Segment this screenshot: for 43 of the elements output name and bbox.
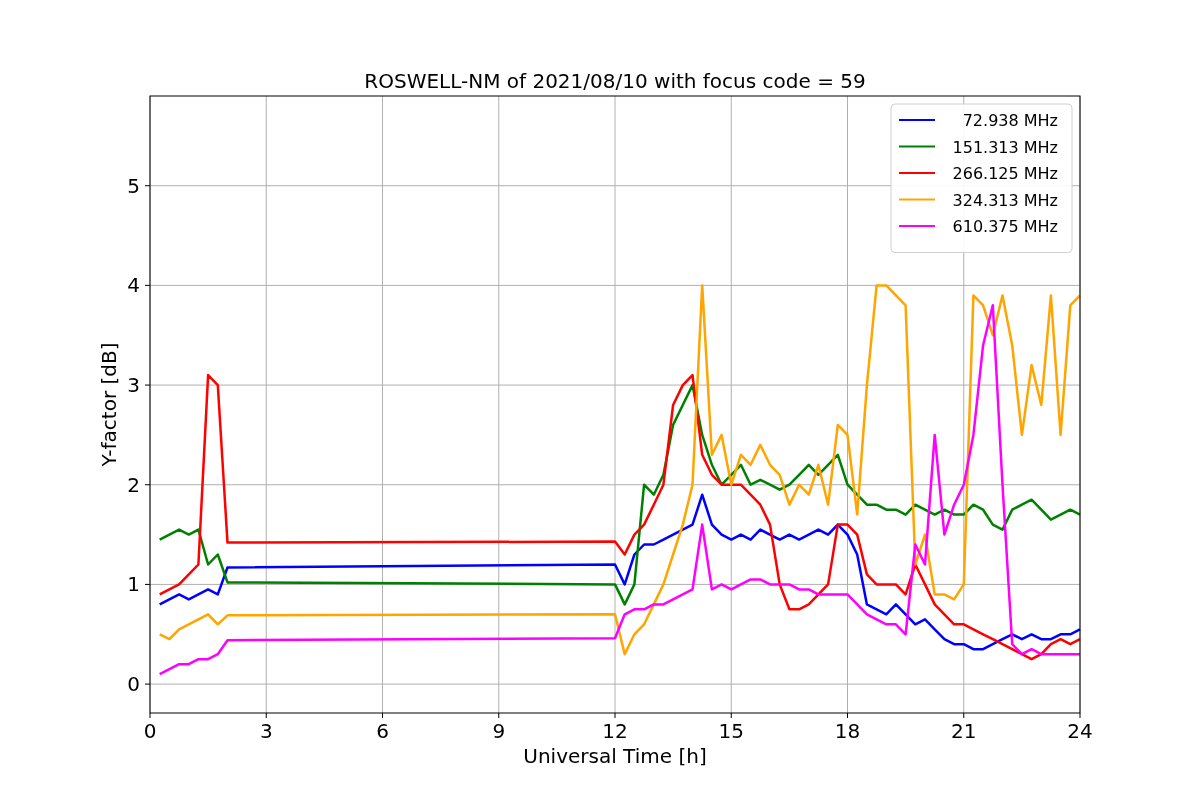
x-tick-label: 3: [259, 719, 273, 743]
tick-mark: [265, 712, 267, 719]
tick-mark: [144, 384, 151, 386]
x-tick-label: 24: [1067, 719, 1093, 743]
tick-mark: [144, 583, 151, 585]
x-tick-label: 18: [834, 719, 861, 743]
x-tick-label: 12: [602, 719, 628, 743]
y-tick-label: 1: [127, 572, 140, 597]
legend-label: 610.375 MHz: [952, 217, 1058, 236]
tick-mark: [614, 712, 616, 719]
tick-mark: [382, 712, 383, 719]
legend-line-icon: [898, 119, 936, 121]
y-axis-label: Y-factor [dB]: [97, 342, 121, 467]
legend-label: 72.938 MHz: [962, 111, 1058, 130]
tick-mark: [144, 284, 151, 286]
legend-line-icon: [898, 198, 936, 201]
tick-mark: [498, 712, 500, 719]
x-tick-label: 15: [718, 719, 744, 743]
legend-label: 151.313 MHz: [952, 137, 1058, 157]
tick-mark: [730, 712, 732, 719]
legend-label: 266.125 MHz: [952, 164, 1058, 183]
y-tick-label: 2: [127, 472, 140, 497]
x-axis-label: Universal Time [h]: [523, 744, 707, 768]
y-tick-label: 3: [127, 373, 140, 398]
y-tick-label: 4: [127, 273, 140, 298]
tick-mark: [1079, 712, 1081, 719]
x-tick-label: 9: [492, 719, 506, 743]
y-tick-label: 0: [127, 672, 140, 697]
y-tick-label: 5: [127, 173, 140, 198]
tick-mark: [149, 712, 151, 719]
tick-mark: [144, 185, 151, 187]
tick-mark: [144, 484, 151, 486]
legend-label: 324.313 MHz: [952, 190, 1058, 210]
tick-mark: [144, 683, 151, 685]
legend-line-icon: [898, 145, 936, 148]
legend-line-icon: [898, 172, 936, 174]
x-tick-label: 6: [376, 719, 389, 743]
tick-mark: [847, 712, 848, 719]
legend-line-icon: [898, 225, 936, 227]
x-tick-label: 21: [951, 719, 977, 743]
x-tick-label: 0: [143, 719, 157, 743]
chart-title: ROSWELL-NM of 2021/08/10 with focus code = 59: [364, 69, 866, 93]
tick-mark: [963, 712, 965, 719]
